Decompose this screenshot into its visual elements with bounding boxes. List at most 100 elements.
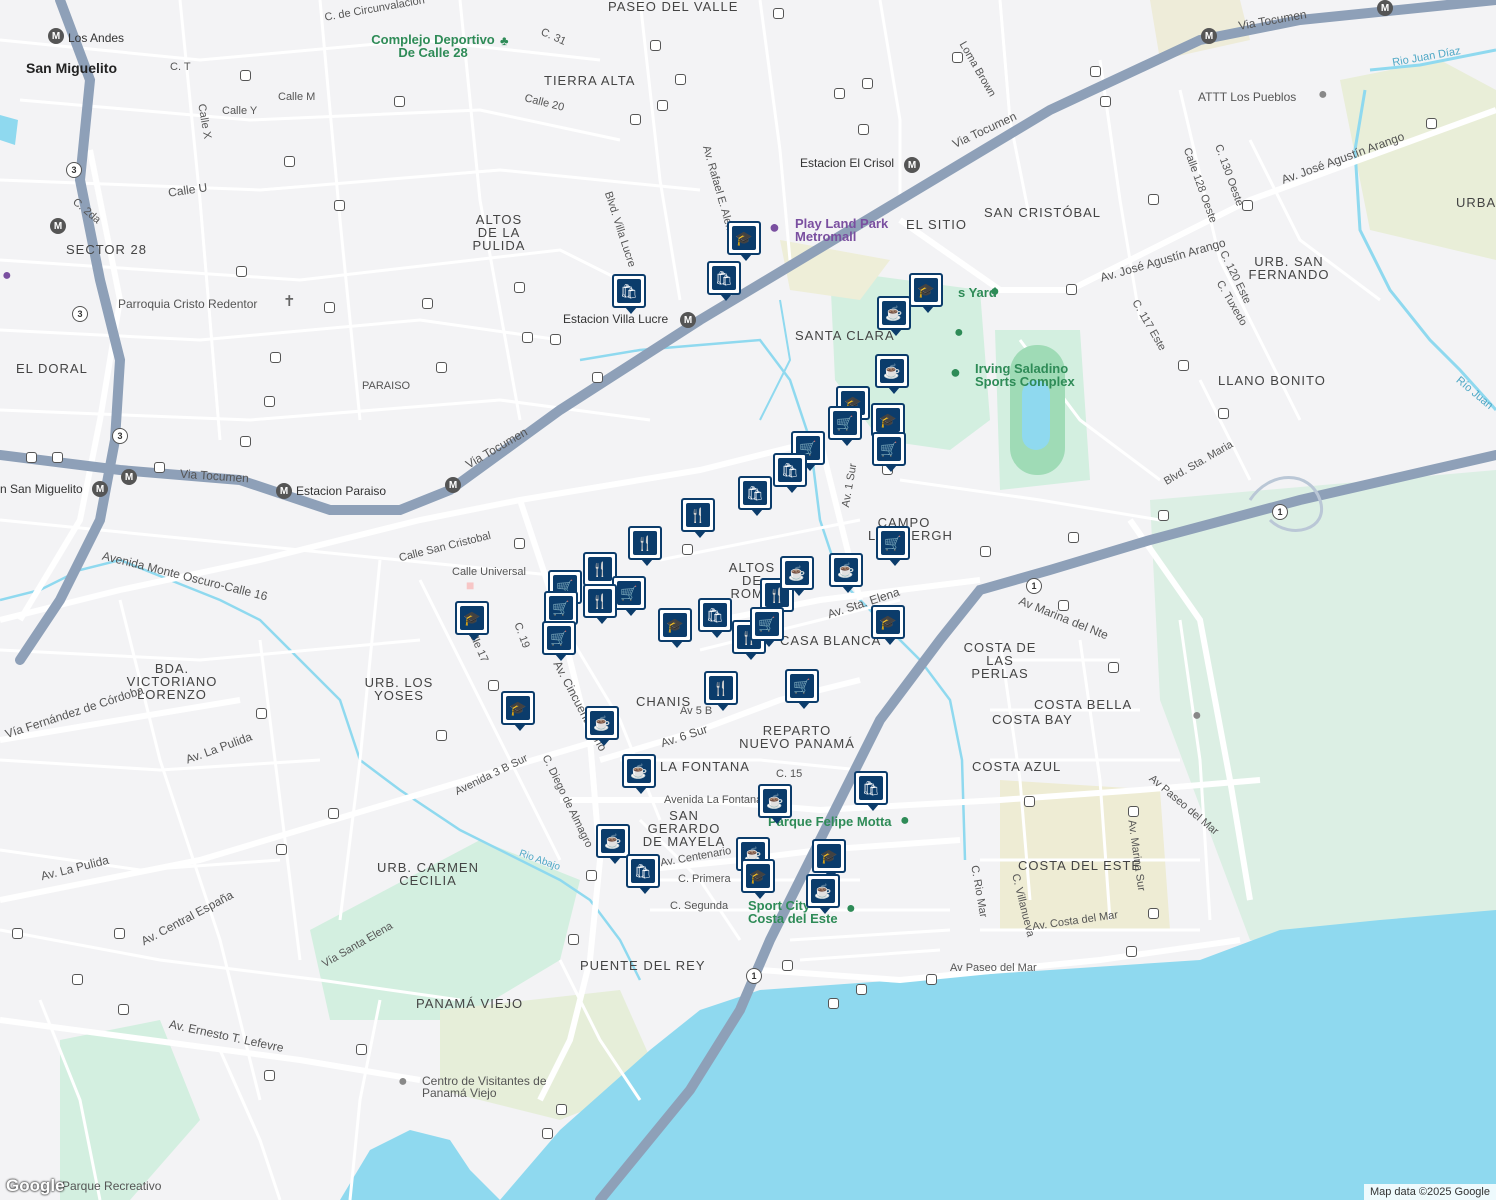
bus-stop-icon[interactable] — [675, 74, 686, 85]
map-marker[interactable]: 🛒 — [544, 591, 578, 631]
sports-icon[interactable]: ● — [954, 325, 964, 341]
map-marker[interactable]: ☕ — [806, 874, 840, 914]
map-marker[interactable]: 🛒 — [785, 669, 819, 709]
complejo-label[interactable]: Complejo Deportivo De Calle 28 — [370, 33, 496, 59]
bus-stop-icon[interactable] — [1426, 118, 1437, 129]
map-marker[interactable]: 🎓 — [871, 605, 905, 645]
bus-stop-icon[interactable] — [657, 100, 668, 111]
station-label[interactable]: Estacion Villa Lucre — [563, 313, 668, 325]
bus-stop-icon[interactable] — [284, 156, 295, 167]
map-marker[interactable]: 🛍 — [854, 771, 888, 811]
bus-stop-icon[interactable] — [858, 124, 869, 135]
school-icon[interactable]: ● — [1192, 708, 1202, 724]
map-marker[interactable]: 🛒 — [828, 406, 862, 446]
bus-stop-icon[interactable] — [952, 52, 963, 63]
bus-stop-icon[interactable] — [1148, 194, 1159, 205]
bus-stop-icon[interactable] — [154, 462, 165, 473]
bus-stop-icon[interactable] — [1058, 600, 1069, 611]
bus-stop-icon[interactable] — [12, 928, 23, 939]
bus-stop-icon[interactable] — [1100, 96, 1111, 107]
bus-stop-icon[interactable] — [436, 730, 447, 741]
stadium-icon[interactable]: ● — [846, 901, 856, 917]
map-marker[interactable]: 🍴 — [583, 584, 617, 624]
bus-stop-icon[interactable] — [52, 452, 63, 463]
map-marker[interactable]: ☕ — [829, 553, 863, 593]
museum-icon[interactable]: ● — [398, 1074, 408, 1090]
bus-stop-icon[interactable] — [862, 78, 873, 89]
bus-stop-icon[interactable] — [926, 974, 937, 985]
map-marker[interactable]: ☕ — [875, 354, 909, 394]
map-marker[interactable]: ☕ — [585, 706, 619, 746]
bus-stop-icon[interactable] — [276, 844, 287, 855]
map-marker[interactable]: 🛒 — [750, 607, 784, 647]
metro-icon[interactable]: M — [1377, 0, 1393, 16]
bus-stop-icon[interactable] — [422, 298, 433, 309]
amusement-park-icon[interactable]: ● — [769, 218, 780, 236]
map[interactable]: PASEO DEL VALLE TIERRA ALTA ALTOS DE LA … — [0, 0, 1496, 1200]
bus-stop-icon[interactable] — [592, 372, 603, 383]
bus-stop-icon[interactable] — [334, 200, 345, 211]
metro-icon[interactable]: M — [50, 218, 66, 234]
bus-stop-icon[interactable] — [236, 266, 247, 277]
bus-stop-icon[interactable] — [1068, 532, 1079, 543]
church-icon[interactable]: ✝ — [283, 294, 296, 309]
attt-label[interactable]: ATTT Los Pueblos — [1198, 91, 1296, 103]
metro-icon[interactable]: M — [276, 483, 292, 499]
bus-stop-icon[interactable] — [26, 452, 37, 463]
museum-icon[interactable]: ● — [2, 268, 12, 284]
map-marker[interactable]: 🎓 — [727, 221, 761, 261]
bus-stop-icon[interactable] — [556, 1104, 567, 1115]
map-marker[interactable]: ☕ — [758, 784, 792, 824]
map-marker[interactable]: 🎓 — [501, 691, 535, 731]
bus-stop-icon[interactable] — [114, 928, 125, 939]
map-marker[interactable]: 🎓 — [909, 273, 943, 313]
bus-stop-icon[interactable] — [1024, 796, 1035, 807]
bus-stop-icon[interactable] — [264, 396, 275, 407]
station-label[interactable]: Estacion Paraiso — [296, 485, 386, 497]
bus-stop-icon[interactable] — [488, 680, 499, 691]
bus-stop-icon[interactable] — [240, 436, 251, 447]
map-marker[interactable]: 🎓 — [658, 608, 692, 648]
bus-stop-icon[interactable] — [1178, 360, 1189, 371]
bus-stop-icon[interactable] — [1158, 510, 1169, 521]
map-marker[interactable]: ☕ — [596, 824, 630, 864]
bus-stop-icon[interactable] — [1218, 408, 1229, 419]
bus-stop-icon[interactable] — [1066, 284, 1077, 295]
bus-stop-icon[interactable] — [856, 984, 867, 995]
bus-stop-icon[interactable] — [394, 96, 405, 107]
bus-stop-icon[interactable] — [1126, 946, 1137, 957]
playland-label[interactable]: Play Land Park Metromall — [795, 217, 895, 243]
map-marker[interactable]: 🛍 — [738, 476, 772, 516]
bus-stop-icon[interactable] — [1090, 66, 1101, 77]
map-attribution[interactable]: Map data ©2025 Google — [1363, 1184, 1496, 1200]
map-marker[interactable]: 🍴 — [681, 498, 715, 538]
bus-stop-icon[interactable] — [1128, 806, 1139, 817]
bus-stop-icon[interactable] — [264, 1070, 275, 1081]
map-marker[interactable]: 🛒 — [872, 432, 906, 472]
park-icon[interactable]: ● — [900, 813, 910, 829]
park-icon[interactable]: ● — [990, 284, 1000, 300]
bus-stop-icon[interactable] — [118, 1004, 129, 1015]
bus-stop-icon[interactable] — [980, 546, 991, 557]
bus-stop-icon[interactable] — [1148, 908, 1159, 919]
bus-stop-icon[interactable] — [522, 332, 533, 343]
metro-icon[interactable]: M — [904, 157, 920, 173]
metro-icon[interactable]: M — [48, 28, 64, 44]
map-marker[interactable]: ☕ — [622, 754, 656, 794]
bus-stop-icon[interactable] — [436, 362, 447, 373]
map-marker[interactable]: 🎓 — [812, 839, 846, 879]
map-marker[interactable]: ☕ — [877, 296, 911, 336]
map-marker[interactable]: 🛍 — [773, 453, 807, 493]
bus-stop-icon[interactable] — [270, 352, 281, 363]
visitantes-label[interactable]: Centro de Visitantes de Panamá Viejo — [422, 1075, 558, 1099]
bus-stop-icon[interactable] — [782, 960, 793, 971]
parroquia-label[interactable]: Parroquia Cristo Redentor — [118, 298, 257, 310]
map-marker[interactable]: 🍴 — [704, 671, 738, 711]
bus-stop-icon[interactable] — [650, 40, 661, 51]
bus-stop-icon[interactable] — [514, 282, 525, 293]
bus-stop-icon[interactable] — [1108, 662, 1119, 673]
bus-stop-icon[interactable] — [514, 538, 525, 549]
government-icon[interactable]: ● — [1318, 87, 1328, 103]
bus-stop-icon[interactable] — [542, 1128, 553, 1139]
map-marker[interactable]: 🛒 — [876, 526, 910, 566]
